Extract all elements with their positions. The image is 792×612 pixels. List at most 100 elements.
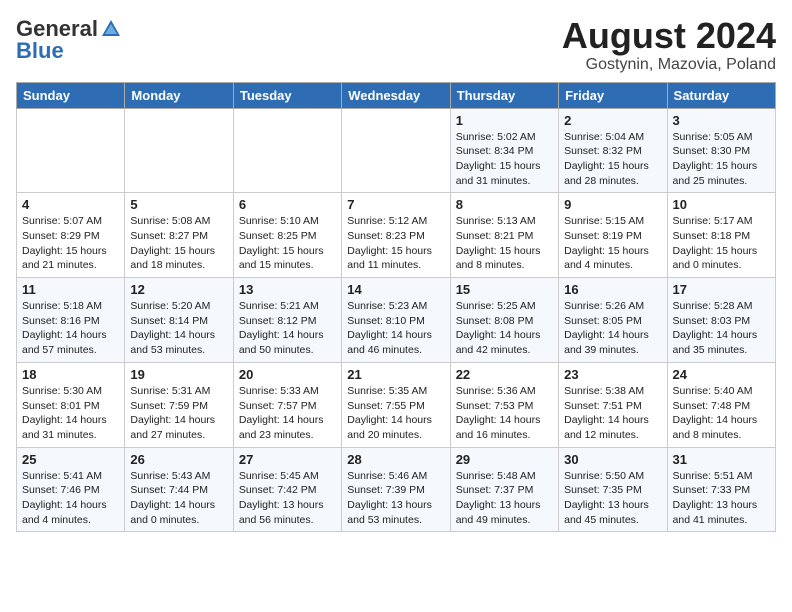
cell-content: Sunrise: 5:40 AM Sunset: 7:48 PM Dayligh… <box>673 384 770 443</box>
day-number: 28 <box>347 452 444 467</box>
weekday-header-tuesday: Tuesday <box>233 82 341 108</box>
title-area: August 2024 Gostynin, Mazovia, Poland <box>562 16 776 74</box>
week-row-1: 1 Sunrise: 5:02 AM Sunset: 8:34 PM Daylig… <box>17 108 776 193</box>
cell-content: Sunrise: 5:26 AM Sunset: 8:05 PM Dayligh… <box>564 299 661 358</box>
weekday-header-monday: Monday <box>125 82 233 108</box>
weekday-header-friday: Friday <box>559 82 667 108</box>
week-row-3: 11 Sunrise: 5:18 AM Sunset: 8:16 PM Dayli… <box>17 278 776 363</box>
cell-content: Sunrise: 5:33 AM Sunset: 7:57 PM Dayligh… <box>239 384 336 443</box>
location: Gostynin, Mazovia, Poland <box>562 56 776 74</box>
calendar-cell: 22 Sunrise: 5:36 AM Sunset: 7:53 PM Dayli… <box>450 362 558 447</box>
logo: General Blue <box>16 16 122 64</box>
cell-content: Sunrise: 5:48 AM Sunset: 7:37 PM Dayligh… <box>456 469 553 528</box>
weekday-header-saturday: Saturday <box>667 82 775 108</box>
calendar-cell: 30Sunrise: 5:50 AM Sunset: 7:35 PM Dayli… <box>559 447 667 532</box>
day-number: 6 <box>239 197 336 212</box>
day-number: 5 <box>130 197 227 212</box>
day-number: 27 <box>239 452 336 467</box>
week-row-4: 18 Sunrise: 5:30 AM Sunset: 8:01 PM Dayli… <box>17 362 776 447</box>
cell-content: Sunrise: 5:10 AM Sunset: 8:25 PM Dayligh… <box>239 214 336 273</box>
cell-content: Sunrise: 5:02 AM Sunset: 8:34 PM Dayligh… <box>456 130 553 189</box>
cell-content: Sunrise: 5:35 AM Sunset: 7:55 PM Dayligh… <box>347 384 444 443</box>
calendar-cell: 29 Sunrise: 5:48 AM Sunset: 7:37 PM Dayli… <box>450 447 558 532</box>
day-number: 21 <box>347 367 444 382</box>
calendar-cell: 27 Sunrise: 5:45 AM Sunset: 7:42 PM Dayli… <box>233 447 341 532</box>
calendar-cell: 10 Sunrise: 5:17 AM Sunset: 8:18 PM Dayli… <box>667 193 775 278</box>
day-number: 20 <box>239 367 336 382</box>
cell-content: Sunrise: 5:04 AM Sunset: 8:32 PM Dayligh… <box>564 130 661 189</box>
cell-content: Sunrise: 5:36 AM Sunset: 7:53 PM Dayligh… <box>456 384 553 443</box>
cell-content: Sunrise: 5:08 AM Sunset: 8:27 PM Dayligh… <box>130 214 227 273</box>
weekday-header-sunday: Sunday <box>17 82 125 108</box>
calendar-cell: 11 Sunrise: 5:18 AM Sunset: 8:16 PM Dayli… <box>17 278 125 363</box>
cell-content: Sunrise: 5:17 AM Sunset: 8:18 PM Dayligh… <box>673 214 770 273</box>
calendar-cell <box>233 108 341 193</box>
calendar-cell <box>342 108 450 193</box>
calendar-cell: 28Sunrise: 5:46 AM Sunset: 7:39 PM Dayli… <box>342 447 450 532</box>
calendar-cell: 4 Sunrise: 5:07 AM Sunset: 8:29 PM Daylig… <box>17 193 125 278</box>
calendar-cell: 2 Sunrise: 5:04 AM Sunset: 8:32 PM Daylig… <box>559 108 667 193</box>
day-number: 1 <box>456 113 553 128</box>
calendar-cell: 19 Sunrise: 5:31 AM Sunset: 7:59 PM Dayli… <box>125 362 233 447</box>
cell-content: Sunrise: 5:31 AM Sunset: 7:59 PM Dayligh… <box>130 384 227 443</box>
day-number: 18 <box>22 367 119 382</box>
weekday-header-wednesday: Wednesday <box>342 82 450 108</box>
cell-content: Sunrise: 5:25 AM Sunset: 8:08 PM Dayligh… <box>456 299 553 358</box>
calendar-cell: 12 Sunrise: 5:20 AM Sunset: 8:14 PM Dayli… <box>125 278 233 363</box>
weekday-header-thursday: Thursday <box>450 82 558 108</box>
calendar-cell: 20 Sunrise: 5:33 AM Sunset: 7:57 PM Dayli… <box>233 362 341 447</box>
calendar-cell: 21 Sunrise: 5:35 AM Sunset: 7:55 PM Dayli… <box>342 362 450 447</box>
day-number: 15 <box>456 282 553 297</box>
cell-content: Sunrise: 5:05 AM Sunset: 8:30 PM Dayligh… <box>673 130 770 189</box>
day-number: 2 <box>564 113 661 128</box>
cell-content: Sunrise: 5:07 AM Sunset: 8:29 PM Dayligh… <box>22 214 119 273</box>
day-number: 22 <box>456 367 553 382</box>
cell-content: Sunrise: 5:13 AM Sunset: 8:21 PM Dayligh… <box>456 214 553 273</box>
cell-content: Sunrise: 5:51 AM Sunset: 7:33 PM Dayligh… <box>673 469 770 528</box>
calendar-cell: 25Sunrise: 5:41 AM Sunset: 7:46 PM Dayli… <box>17 447 125 532</box>
calendar: SundayMondayTuesdayWednesdayThursdayFrid… <box>16 82 776 533</box>
day-number: 13 <box>239 282 336 297</box>
weekday-header-row: SundayMondayTuesdayWednesdayThursdayFrid… <box>17 82 776 108</box>
calendar-cell: 5 Sunrise: 5:08 AM Sunset: 8:27 PM Daylig… <box>125 193 233 278</box>
day-number: 12 <box>130 282 227 297</box>
cell-content: Sunrise: 5:45 AM Sunset: 7:42 PM Dayligh… <box>239 469 336 528</box>
day-number: 29 <box>456 452 553 467</box>
day-number: 23 <box>564 367 661 382</box>
day-number: 30 <box>564 452 661 467</box>
day-number: 17 <box>673 282 770 297</box>
day-number: 10 <box>673 197 770 212</box>
cell-content: Sunrise: 5:15 AM Sunset: 8:19 PM Dayligh… <box>564 214 661 273</box>
day-number: 4 <box>22 197 119 212</box>
day-number: 8 <box>456 197 553 212</box>
calendar-cell: 18 Sunrise: 5:30 AM Sunset: 8:01 PM Dayli… <box>17 362 125 447</box>
calendar-cell: 15 Sunrise: 5:25 AM Sunset: 8:08 PM Dayli… <box>450 278 558 363</box>
calendar-cell: 7Sunrise: 5:12 AM Sunset: 8:23 PM Daylig… <box>342 193 450 278</box>
calendar-cell: 14 Sunrise: 5:23 AM Sunset: 8:10 PM Dayli… <box>342 278 450 363</box>
cell-content: Sunrise: 5:18 AM Sunset: 8:16 PM Dayligh… <box>22 299 119 358</box>
cell-content: Sunrise: 5:43 AM Sunset: 7:44 PM Dayligh… <box>130 469 227 528</box>
calendar-cell: 3 Sunrise: 5:05 AM Sunset: 8:30 PM Daylig… <box>667 108 775 193</box>
day-number: 11 <box>22 282 119 297</box>
month-year: August 2024 <box>562 16 776 56</box>
day-number: 3 <box>673 113 770 128</box>
cell-content: Sunrise: 5:38 AM Sunset: 7:51 PM Dayligh… <box>564 384 661 443</box>
day-number: 19 <box>130 367 227 382</box>
cell-content: Sunrise: 5:30 AM Sunset: 8:01 PM Dayligh… <box>22 384 119 443</box>
calendar-cell <box>17 108 125 193</box>
week-row-5: 25Sunrise: 5:41 AM Sunset: 7:46 PM Dayli… <box>17 447 776 532</box>
day-number: 14 <box>347 282 444 297</box>
calendar-cell: 31Sunrise: 5:51 AM Sunset: 7:33 PM Dayli… <box>667 447 775 532</box>
week-row-2: 4 Sunrise: 5:07 AM Sunset: 8:29 PM Daylig… <box>17 193 776 278</box>
logo-icon <box>100 18 122 40</box>
calendar-cell: 8 Sunrise: 5:13 AM Sunset: 8:21 PM Daylig… <box>450 193 558 278</box>
cell-content: Sunrise: 5:20 AM Sunset: 8:14 PM Dayligh… <box>130 299 227 358</box>
cell-content: Sunrise: 5:41 AM Sunset: 7:46 PM Dayligh… <box>22 469 119 528</box>
calendar-cell: 17 Sunrise: 5:28 AM Sunset: 8:03 PM Dayli… <box>667 278 775 363</box>
day-number: 26 <box>130 452 227 467</box>
calendar-cell: 24Sunrise: 5:40 AM Sunset: 7:48 PM Dayli… <box>667 362 775 447</box>
calendar-cell: 26 Sunrise: 5:43 AM Sunset: 7:44 PM Dayli… <box>125 447 233 532</box>
day-number: 16 <box>564 282 661 297</box>
cell-content: Sunrise: 5:23 AM Sunset: 8:10 PM Dayligh… <box>347 299 444 358</box>
cell-content: Sunrise: 5:28 AM Sunset: 8:03 PM Dayligh… <box>673 299 770 358</box>
